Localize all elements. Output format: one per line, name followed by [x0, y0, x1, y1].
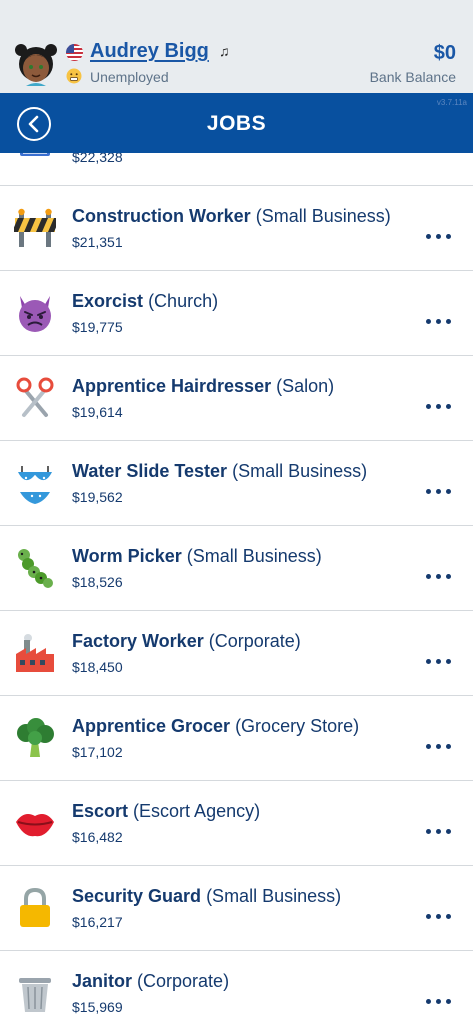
- job-salary: $18,526: [72, 574, 123, 590]
- employment-status: Unemployed: [90, 69, 169, 85]
- job-row[interactable]: Factory Worker (Corporate) $18,450: [0, 611, 473, 696]
- more-options-icon[interactable]: [426, 991, 460, 1004]
- job-row[interactable]: $22,328: [0, 153, 473, 186]
- music-note-icon: ♫: [219, 43, 230, 59]
- factory-icon: [16, 634, 54, 672]
- more-options-icon[interactable]: [426, 651, 460, 664]
- version-label: v3.7.11a: [436, 98, 467, 107]
- more-options-icon[interactable]: [426, 311, 460, 324]
- job-salary: $16,482: [72, 829, 123, 845]
- job-row[interactable]: Janitor (Corporate) $15,969: [0, 951, 473, 1024]
- job-row[interactable]: Security Guard (Small Business) $16,217: [0, 866, 473, 951]
- job-title: Worm Picker (Small Business): [72, 546, 322, 566]
- character-name[interactable]: Audrey Bigg: [90, 40, 209, 63]
- construction-barrier-icon: [14, 208, 56, 247]
- mood-face-icon: [66, 68, 82, 84]
- job-salary: $18,450: [72, 659, 123, 675]
- job-title: Exorcist (Church): [72, 291, 219, 311]
- more-options-icon[interactable]: [426, 906, 460, 919]
- more-options-icon[interactable]: [426, 481, 460, 494]
- job-title: Janitor (Corporate): [72, 971, 230, 991]
- partial-icon: [20, 153, 50, 156]
- devil-face-icon: [19, 296, 51, 332]
- us-flag-icon: [66, 44, 83, 61]
- more-options-icon[interactable]: [426, 566, 460, 579]
- scissors-icon: [16, 377, 54, 417]
- job-salary: $16,217: [72, 914, 123, 930]
- job-title: Water Slide Tester (Small Business): [72, 461, 368, 481]
- more-options-icon[interactable]: [426, 821, 460, 834]
- job-salary: $22,328: [72, 153, 123, 165]
- bikini-icon: [18, 466, 52, 504]
- job-row[interactable]: Apprentice Hairdresser (Salon) $19,614: [0, 356, 473, 441]
- more-options-icon[interactable]: [426, 736, 460, 749]
- job-title: Factory Worker (Corporate): [72, 631, 301, 651]
- page-title: JOBS: [206, 112, 267, 135]
- job-title: Security Guard (Small Business): [72, 886, 342, 906]
- job-row[interactable]: Apprentice Grocer (Grocery Store) $17,10…: [0, 696, 473, 781]
- broccoli-icon: [17, 718, 54, 757]
- job-salary: $15,969: [72, 999, 123, 1015]
- job-row[interactable]: Water Slide Tester (Small Business) $19,…: [0, 441, 473, 526]
- padlock-icon: [20, 887, 50, 927]
- caterpillar-icon: [18, 549, 53, 588]
- bank-balance-label: Bank Balance: [369, 69, 456, 85]
- more-options-icon[interactable]: [426, 226, 460, 239]
- bank-balance-value: $0: [433, 42, 456, 64]
- job-title: Apprentice Grocer (Grocery Store): [72, 716, 360, 736]
- more-options-icon[interactable]: [426, 396, 460, 409]
- profile-header: Audrey Bigg ♫ Unemployed $0 Bank Balance: [0, 0, 473, 93]
- job-title: Construction Worker (Small Business): [72, 206, 391, 226]
- job-salary: $19,614: [72, 404, 123, 420]
- job-row[interactable]: Construction Worker (Small Business) $21…: [0, 186, 473, 271]
- job-title: Escort (Escort Agency): [72, 801, 261, 821]
- trash-can-icon: [19, 978, 51, 1012]
- job-row[interactable]: Worm Picker (Small Business) $18,526: [0, 526, 473, 611]
- avatar[interactable]: [12, 40, 60, 88]
- job-salary: $17,102: [72, 744, 123, 760]
- jobs-list[interactable]: $22,328 Construction Worker (Small Busin…: [0, 153, 473, 1024]
- job-salary: $21,351: [72, 234, 123, 250]
- job-row[interactable]: Escort (Escort Agency) $16,482: [0, 781, 473, 866]
- lips-icon: [16, 814, 54, 837]
- job-salary: $19,562: [72, 489, 123, 505]
- job-row[interactable]: Exorcist (Church) $19,775: [0, 271, 473, 356]
- nav-bar: JOBS v3.7.11a: [0, 93, 473, 153]
- job-title: Apprentice Hairdresser (Salon): [72, 376, 335, 396]
- job-salary: $19,775: [72, 319, 123, 335]
